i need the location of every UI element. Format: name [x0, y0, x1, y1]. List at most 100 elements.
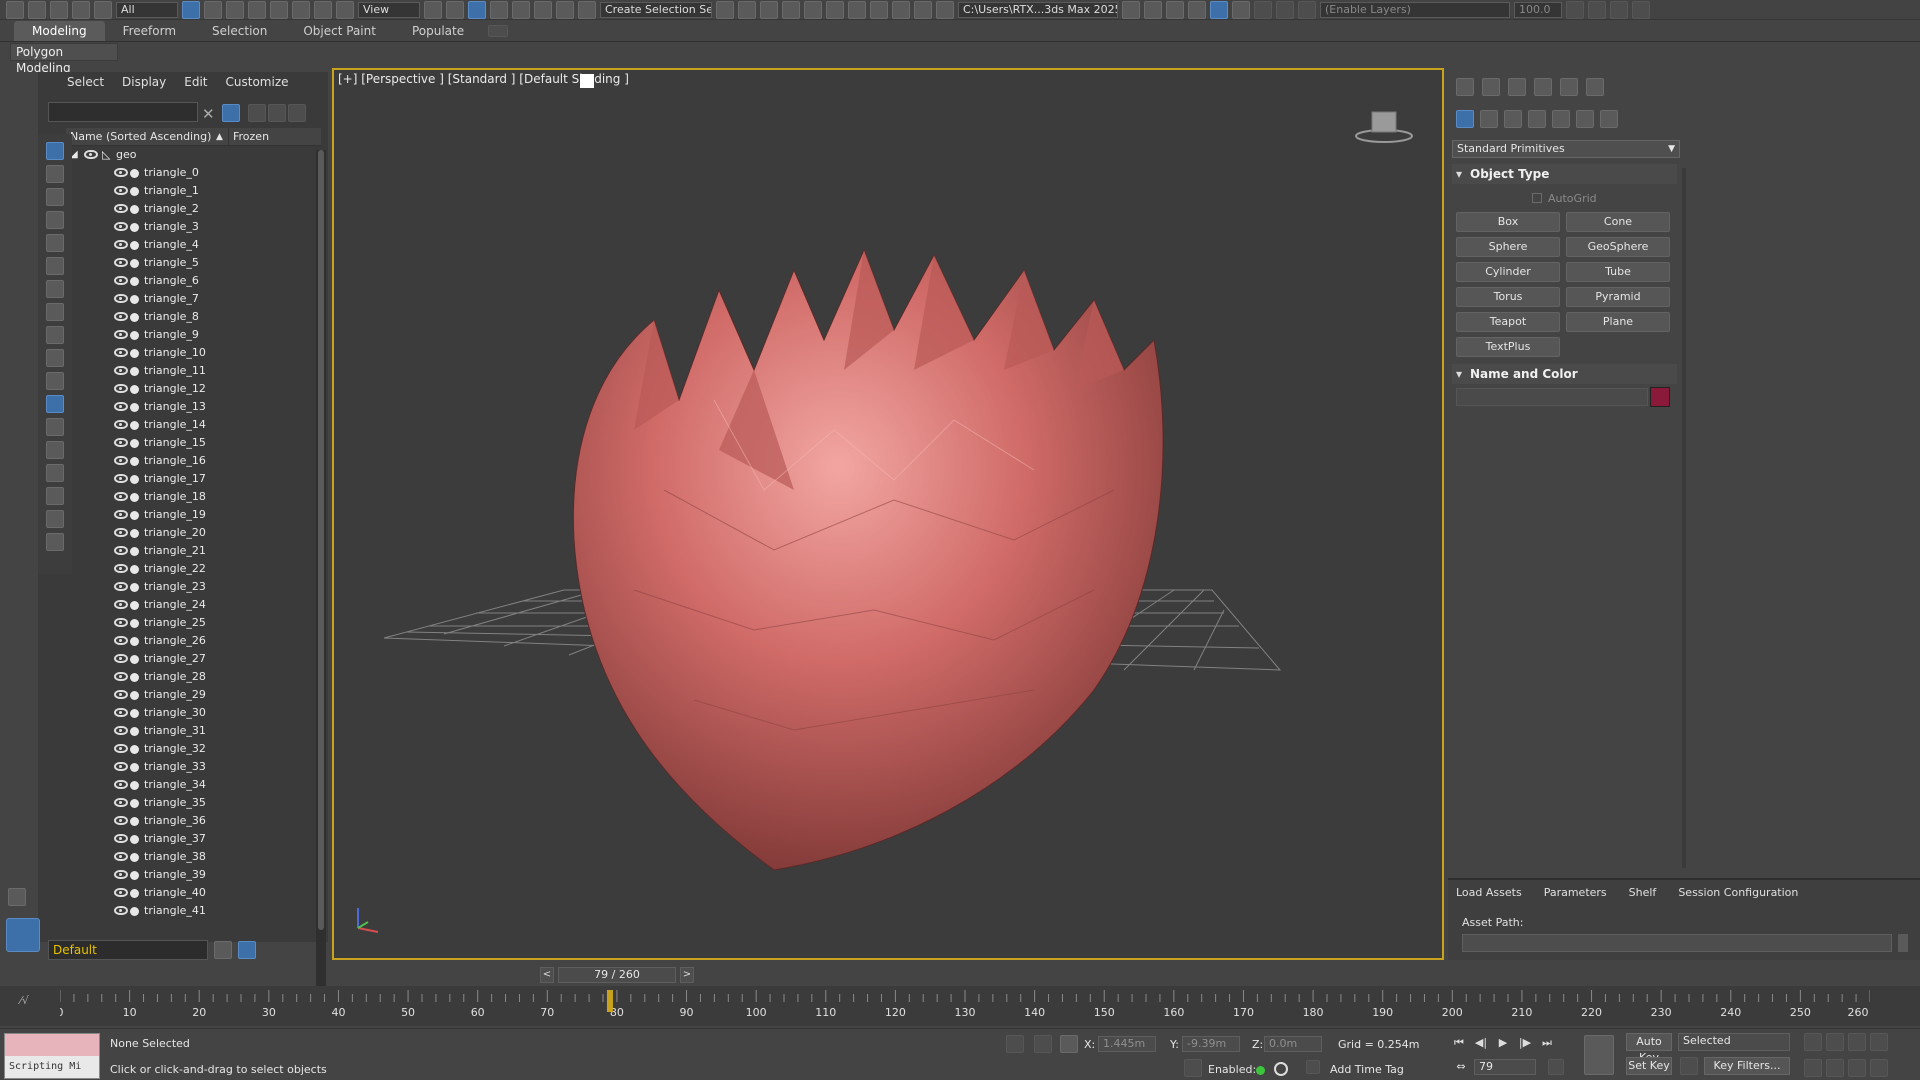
- tree-row[interactable]: triangle_1: [66, 182, 309, 200]
- viewport-thumbnail-icon[interactable]: [6, 918, 40, 952]
- x-coordinate[interactable]: 1.445m: [1098, 1036, 1156, 1052]
- spacewarps-category-icon[interactable]: [1576, 110, 1594, 128]
- eye-icon[interactable]: [114, 438, 128, 447]
- tree-row[interactable]: triangle_40: [66, 884, 309, 902]
- eye-icon[interactable]: [114, 348, 128, 357]
- isolate-selection-icon[interactable]: [1006, 1035, 1024, 1053]
- add-time-tag[interactable]: Add Time Tag: [1330, 1063, 1404, 1076]
- tab-freeform[interactable]: Freeform: [105, 21, 194, 41]
- tree-row[interactable]: triangle_7: [66, 290, 309, 308]
- maxscript-input[interactable]: Scripting Mi: [5, 1056, 99, 1078]
- rotate-icon[interactable]: [292, 0, 310, 19]
- angle-snap-icon[interactable]: [512, 0, 530, 19]
- tree-row[interactable]: triangle_33: [66, 758, 309, 776]
- tree-row[interactable]: triangle_23: [66, 578, 309, 596]
- object-name-field[interactable]: [1456, 388, 1648, 406]
- stack-icon-3[interactable]: [1610, 0, 1628, 19]
- eye-icon[interactable]: [114, 690, 128, 699]
- expand-panel-icon[interactable]: [8, 888, 26, 906]
- maxscript-listener[interactable]: Scripting Mi: [4, 1033, 100, 1079]
- tree-group-row[interactable]: ◢ ◺ geo: [66, 146, 309, 164]
- lights-category-icon[interactable]: [1504, 110, 1522, 128]
- eye-icon[interactable]: [114, 186, 128, 195]
- display-tab-icon[interactable]: [1560, 78, 1578, 96]
- zoom-extents-all-icon[interactable]: [1870, 1033, 1888, 1051]
- stack-icon-4[interactable]: [1632, 0, 1650, 19]
- tree-row[interactable]: triangle_36: [66, 812, 309, 830]
- polygon-modeling-panel[interactable]: Polygon Modeling: [10, 43, 118, 75]
- project-settings-icon[interactable]: [1166, 0, 1184, 19]
- eye-icon[interactable]: [114, 222, 128, 231]
- tree-row[interactable]: triangle_27: [66, 650, 309, 668]
- tree-row[interactable]: triangle_18: [66, 488, 309, 506]
- render-setup-icon[interactable]: [892, 0, 910, 19]
- eye-icon[interactable]: [114, 726, 128, 735]
- adaptive-degradation-icon[interactable]: [1184, 1059, 1202, 1077]
- eye-icon[interactable]: [114, 672, 128, 681]
- eye-icon[interactable]: [114, 906, 128, 915]
- utilities-tab-icon[interactable]: [1586, 78, 1604, 96]
- eye-icon[interactable]: [84, 150, 98, 159]
- selection-region-icon[interactable]: [226, 0, 244, 19]
- tree-row[interactable]: triangle_31: [66, 722, 309, 740]
- tree-row[interactable]: triangle_15: [66, 434, 309, 452]
- eye-icon[interactable]: [114, 402, 128, 411]
- tree-row[interactable]: triangle_22: [66, 560, 309, 578]
- tree-row[interactable]: triangle_38: [66, 848, 309, 866]
- save-project-icon[interactable]: [1144, 0, 1162, 19]
- display-frozen-icon[interactable]: [46, 395, 64, 413]
- curve-editor-icon[interactable]: [826, 0, 844, 19]
- timeline-ruler[interactable]: 0102030405060708090100110120130140150160…: [60, 990, 1870, 1022]
- previous-frame-button[interactable]: <: [540, 967, 554, 983]
- tab-object-paint[interactable]: Object Paint: [285, 21, 394, 41]
- tree-row[interactable]: triangle_14: [66, 416, 309, 434]
- menu-select[interactable]: Select: [58, 75, 113, 89]
- primitive-type-dropdown[interactable]: Standard Primitives ▼: [1452, 140, 1680, 158]
- tab-modeling[interactable]: Modeling: [14, 21, 105, 41]
- auto-key-button[interactable]: Auto Key: [1626, 1033, 1672, 1064]
- z-coordinate[interactable]: 0.0m: [1264, 1036, 1322, 1052]
- eye-icon[interactable]: [114, 456, 128, 465]
- enabled-indicator[interactable]: [1256, 1066, 1265, 1075]
- curve-editor-mini-icon[interactable]: ⁄√: [20, 994, 29, 1007]
- absolute-mode-icon[interactable]: [1060, 1035, 1078, 1053]
- display-containers-icon[interactable]: [46, 349, 64, 367]
- set-keys-big-icon[interactable]: [1584, 1035, 1614, 1075]
- set-key-button[interactable]: Set Key: [1626, 1057, 1672, 1075]
- asset-path-button[interactable]: [1898, 934, 1908, 952]
- next-frame-button[interactable]: >: [680, 967, 694, 983]
- eye-icon[interactable]: [114, 366, 128, 375]
- primitive-button[interactable]: Cylinder: [1456, 262, 1560, 282]
- layer-add-icon[interactable]: [1298, 0, 1316, 19]
- primitive-button[interactable]: Sphere: [1456, 237, 1560, 257]
- layer-manager-icon[interactable]: [1254, 0, 1272, 19]
- ribbon-options-icon[interactable]: [488, 25, 509, 37]
- eye-icon[interactable]: [114, 654, 128, 663]
- go-to-start-icon[interactable]: ⏮: [1450, 1035, 1468, 1051]
- key-filters-button[interactable]: Key Filters...: [1704, 1057, 1790, 1075]
- select-by-name-icon[interactable]: [204, 0, 222, 19]
- hierarchy-icon[interactable]: [268, 104, 286, 122]
- tree-row[interactable]: triangle_2: [66, 200, 309, 218]
- key-mode-dropdown[interactable]: Selected: [1678, 1033, 1790, 1051]
- eye-icon[interactable]: [114, 420, 128, 429]
- keyboard-shortcut-override-icon[interactable]: [468, 0, 486, 19]
- eye-icon[interactable]: [114, 276, 128, 285]
- bind-spacewarp-icon[interactable]: [94, 0, 112, 19]
- object-type-rollout[interactable]: Object Type: [1452, 164, 1677, 184]
- eye-icon[interactable]: [114, 888, 128, 897]
- eye-icon[interactable]: [114, 600, 128, 609]
- tree-row[interactable]: triangle_8: [66, 308, 309, 326]
- toggle-layer-explorer-icon[interactable]: [782, 0, 800, 19]
- modify-tab-icon[interactable]: [1482, 78, 1500, 96]
- layer-create-icon[interactable]: [1276, 0, 1294, 19]
- menu-display[interactable]: Display: [113, 75, 175, 89]
- tree-row[interactable]: triangle_25: [66, 614, 309, 632]
- display-lights-icon[interactable]: [46, 188, 64, 206]
- layer-stack-icon[interactable]: [214, 941, 232, 959]
- tree-row[interactable]: triangle_4: [66, 236, 309, 254]
- tree-row[interactable]: triangle_30: [66, 704, 309, 722]
- tab-session-configuration[interactable]: Session Configuration: [1678, 886, 1798, 899]
- project-close-icon[interactable]: [1188, 0, 1206, 19]
- named-selection-dropdown[interactable]: Create Selection Se: [600, 1, 712, 18]
